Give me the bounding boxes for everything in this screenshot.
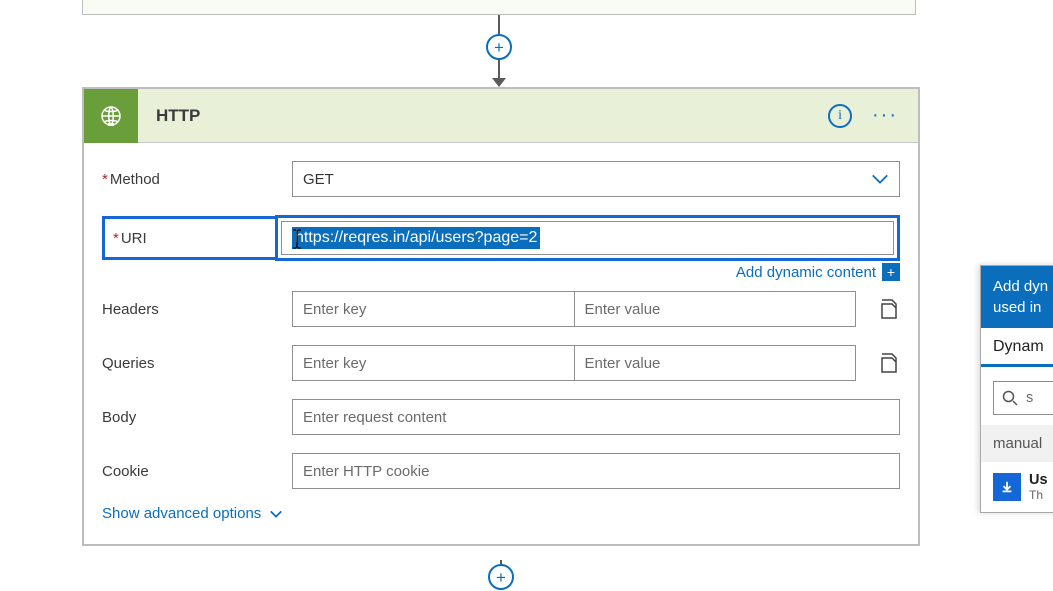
connector: + xyxy=(82,15,916,87)
headers-key-input[interactable]: Enter key xyxy=(292,291,574,327)
headers-bulk-edit-button[interactable] xyxy=(878,298,900,320)
panel-item-label: Us xyxy=(1029,472,1048,488)
download-icon xyxy=(993,473,1021,501)
add-step-button-bottom[interactable]: + xyxy=(488,564,514,590)
chevron-down-icon xyxy=(871,173,889,185)
method-label: *Method xyxy=(102,171,278,188)
previous-step-card xyxy=(82,0,916,15)
card-header[interactable]: HTTP i ··· xyxy=(84,89,918,143)
card-title: HTTP xyxy=(152,106,814,126)
body-input[interactable]: Enter request content xyxy=(292,399,900,435)
queries-key-input[interactable]: Enter key xyxy=(292,345,574,381)
add-step-button[interactable]: + xyxy=(486,34,512,60)
method-value: GET xyxy=(303,171,334,188)
panel-item-sub: Th xyxy=(1029,488,1048,502)
chevron-down-icon xyxy=(269,509,283,519)
headers-value-input[interactable]: Enter value xyxy=(574,291,857,327)
panel-tab-dynamic[interactable]: Dynam xyxy=(981,328,1053,367)
panel-item[interactable]: Us Th xyxy=(993,472,1053,502)
http-icon xyxy=(84,89,138,143)
connector-bottom: + xyxy=(82,560,920,590)
plus-icon[interactable]: + xyxy=(882,263,900,281)
panel-heading: Add dyn used in xyxy=(981,266,1053,328)
panel-search-input[interactable]: s xyxy=(993,381,1053,415)
cookie-input[interactable]: Enter HTTP cookie xyxy=(292,453,900,489)
headers-label: Headers xyxy=(102,301,278,318)
panel-section-label: manual xyxy=(981,425,1053,462)
cookie-label: Cookie xyxy=(102,463,278,480)
add-dynamic-content-link[interactable]: Add dynamic content xyxy=(736,264,876,281)
body-label: Body xyxy=(102,409,278,426)
dynamic-content-panel: Add dyn used in Dynam s manual Us Th xyxy=(980,265,1053,513)
uri-input[interactable]: https://reqres.in/api/users?page=2 xyxy=(281,221,894,255)
queries-label: Queries xyxy=(102,355,278,372)
uri-value: https://reqres.in/api/users?page=2 xyxy=(292,227,540,249)
method-select[interactable]: GET xyxy=(292,161,900,197)
search-icon xyxy=(1002,390,1018,406)
http-action-card: HTTP i ··· *Method GET *URI xyxy=(82,87,920,546)
queries-bulk-edit-button[interactable] xyxy=(878,352,900,374)
info-icon[interactable]: i xyxy=(828,104,852,128)
show-advanced-options-link[interactable]: Show advanced options xyxy=(102,505,283,522)
queries-value-input[interactable]: Enter value xyxy=(574,345,857,381)
uri-label: *URI xyxy=(102,216,278,260)
panel-search-placeholder: s xyxy=(1026,390,1033,406)
more-menu-button[interactable]: ··· xyxy=(866,104,904,127)
